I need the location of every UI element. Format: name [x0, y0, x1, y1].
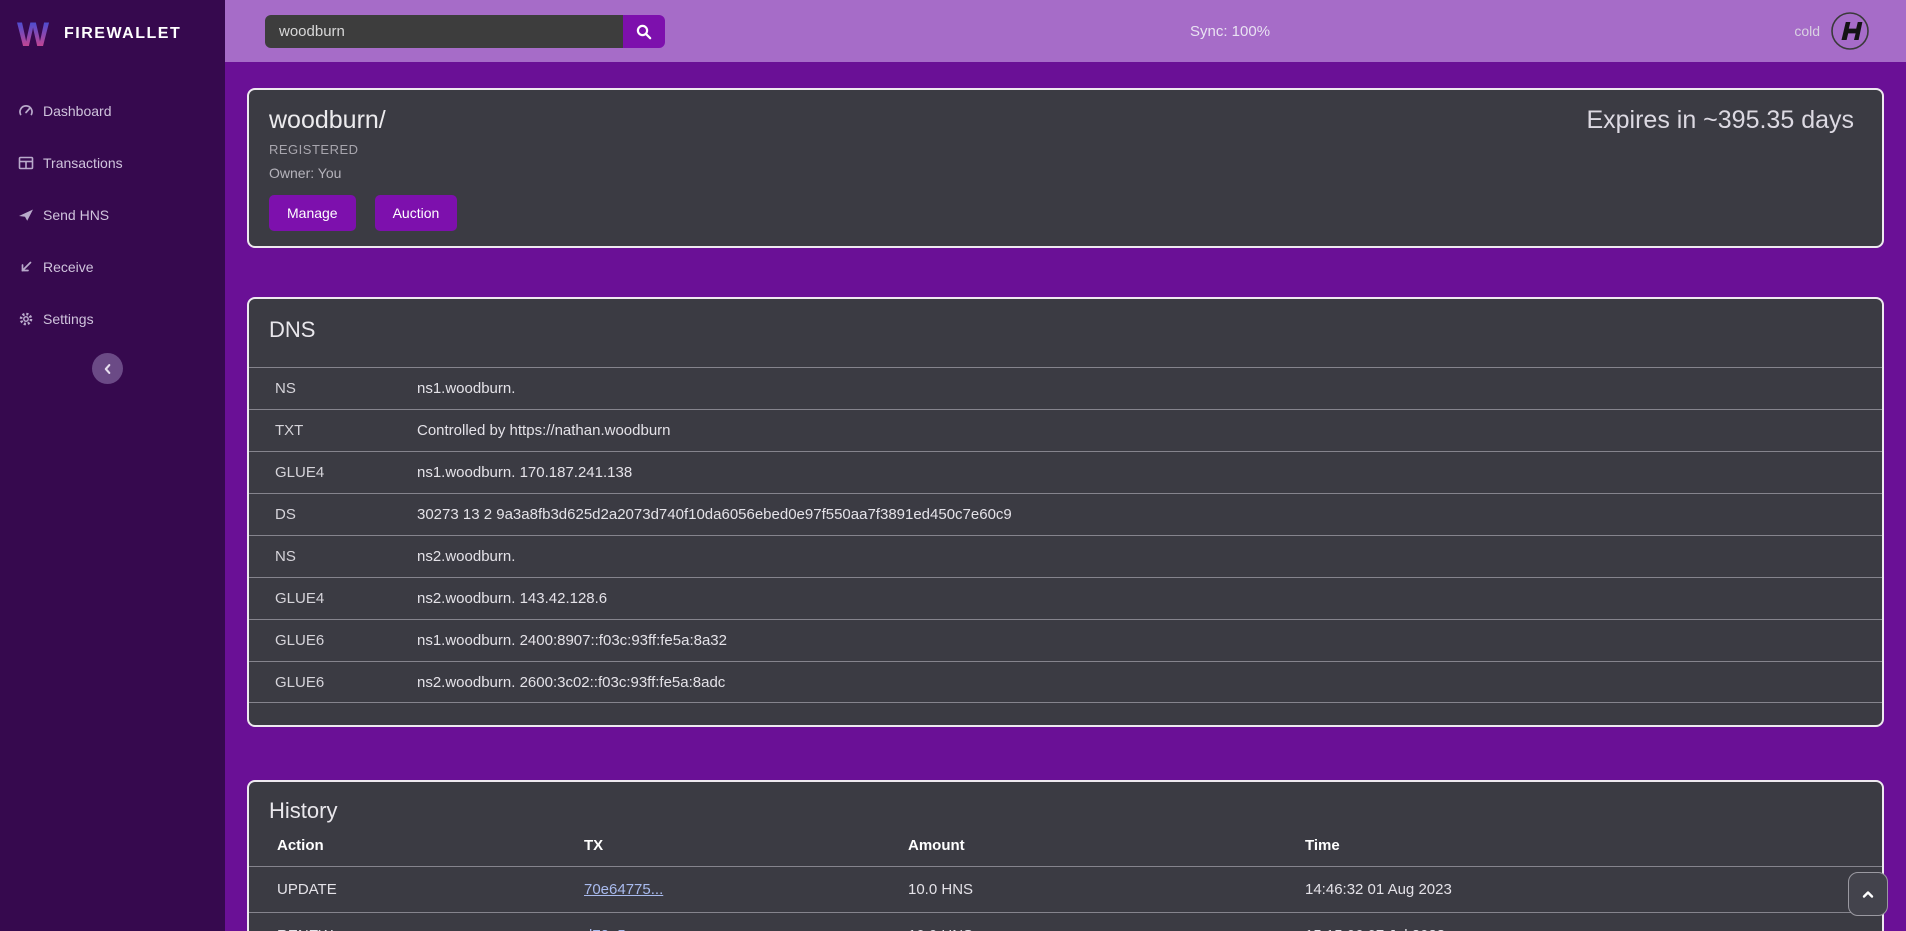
table-icon [18, 155, 34, 171]
dns-record-value: ns2.woodburn. 143.42.128.6 [417, 590, 607, 607]
tx-link[interactable]: d72e5c... [584, 927, 646, 931]
receive-arrow-icon [18, 259, 34, 275]
gauge-icon [18, 103, 34, 119]
history-col-tx: TX [584, 837, 908, 854]
dns-record-type: NS [275, 548, 417, 565]
history-col-time: Time [1305, 837, 1882, 854]
sidebar-item-label: Receive [43, 259, 94, 275]
history-action: UPDATE [277, 881, 584, 898]
history-card: History Action TX Amount Time UPDATE 70e… [247, 780, 1884, 931]
sidebar-item-transactions[interactable]: Transactions [0, 137, 225, 189]
sidebar-item-label: Transactions [43, 155, 123, 171]
domain-owner: Owner: You [269, 165, 1862, 181]
dns-record-row: NS ns2.woodburn. [249, 535, 1882, 577]
manage-button[interactable]: Manage [269, 195, 356, 231]
dns-record-value: ns1.woodburn. [417, 380, 515, 397]
history-time: 14:46:32 01 Aug 2023 [1305, 881, 1882, 898]
chevron-left-icon [101, 362, 115, 376]
dns-record-type: TXT [275, 422, 417, 439]
history-time: 15:15:06 07 Jul 2023 [1305, 927, 1882, 931]
dns-record-type: GLUE6 [275, 674, 417, 691]
domain-status: REGISTERED [269, 142, 1862, 157]
dns-record-value: ns2.woodburn. 2600:3c02::f03c:93ff:fe5a:… [417, 674, 725, 691]
domain-actions: Manage Auction [269, 195, 1862, 231]
wallet-name: cold [1794, 23, 1820, 39]
search-input[interactable] [265, 15, 623, 48]
sidebar-item-label: Dashboard [43, 103, 112, 119]
sidebar: W FIREWALLET Dashboard Transact [0, 0, 225, 931]
history-title: History [249, 798, 1882, 824]
gear-icon [18, 311, 34, 327]
dns-record-value: ns1.woodburn. 2400:8907::f03c:93ff:fe5a:… [417, 632, 727, 649]
dns-record-row: GLUE4 ns1.woodburn. 170.187.241.138 [249, 451, 1882, 493]
sidebar-item-settings[interactable]: Settings [0, 293, 225, 345]
dns-record-value: ns1.woodburn. 170.187.241.138 [417, 464, 632, 481]
dns-record-type: NS [275, 380, 417, 397]
dns-record-row: GLUE6 ns1.woodburn. 2400:8907::f03c:93ff… [249, 619, 1882, 661]
brand: W FIREWALLET [0, 0, 225, 67]
tx-link[interactable]: 70e64775... [584, 881, 663, 898]
dns-record-value: ns2.woodburn. [417, 548, 515, 565]
dns-record-type: GLUE4 [275, 590, 417, 607]
sidebar-nav: Dashboard Transactions Send HNS [0, 85, 225, 345]
search-bar [265, 15, 665, 48]
dns-record-row: GLUE4 ns2.woodburn. 143.42.128.6 [249, 577, 1882, 619]
dns-title: DNS [249, 317, 1882, 343]
sidebar-collapse-button[interactable] [92, 353, 123, 384]
sidebar-item-receive[interactable]: Receive [0, 241, 225, 293]
firewallet-logo-icon: W [16, 16, 54, 52]
brand-title: FIREWALLET [64, 25, 181, 43]
dns-record-row: DS 30273 13 2 9a3a8fb3d625d2a2073d740f10… [249, 493, 1882, 535]
dns-record-row: TXT Controlled by https://nathan.woodbur… [249, 409, 1882, 451]
dns-record-type: GLUE4 [275, 464, 417, 481]
history-header-row: Action TX Amount Time [249, 824, 1882, 866]
dns-record-row: GLUE6 ns2.woodburn. 2600:3c02::f03c:93ff… [249, 661, 1882, 703]
history-col-amount: Amount [908, 837, 1305, 854]
top-bar: Sync: 100% cold [225, 0, 1906, 62]
dns-card: DNS NS ns1.woodburn. TXT Controlled by h… [247, 297, 1884, 727]
sync-status: Sync: 100% [1190, 0, 1270, 62]
sidebar-item-label: Settings [43, 311, 94, 327]
dns-record-value: Controlled by https://nathan.woodburn [417, 422, 671, 439]
dns-record-row: NS ns1.woodburn. [249, 367, 1882, 409]
dns-record-type: GLUE6 [275, 632, 417, 649]
expires-label: Expires in ~395.35 days [1586, 106, 1854, 135]
wallet-indicator[interactable]: cold [1794, 0, 1870, 62]
dns-record-type: DS [275, 506, 417, 523]
handshake-logo-icon [1830, 11, 1870, 51]
svg-text:W: W [17, 16, 50, 52]
scroll-to-top-button[interactable] [1848, 872, 1888, 916]
main-content: woodburn/ REGISTERED Owner: You Manage A… [225, 62, 1906, 931]
history-amount: 10.0 HNS [908, 881, 1305, 898]
send-icon [18, 207, 34, 223]
history-col-action: Action [277, 837, 584, 854]
history-row: RENEW d72e5c... 10.0 HNS 15:15:06 07 Jul… [249, 912, 1882, 931]
history-amount: 10.0 HNS [908, 927, 1305, 931]
dns-record-value: 30273 13 2 9a3a8fb3d625d2a2073d740f10da6… [417, 506, 1012, 523]
history-row: UPDATE 70e64775... 10.0 HNS 14:46:32 01 … [249, 866, 1882, 912]
dns-table: NS ns1.woodburn. TXT Controlled by https… [249, 367, 1882, 703]
auction-button[interactable]: Auction [375, 195, 458, 231]
history-action: RENEW [277, 927, 584, 931]
search-button[interactable] [623, 15, 665, 48]
sidebar-item-dashboard[interactable]: Dashboard [0, 85, 225, 137]
sidebar-item-label: Send HNS [43, 207, 109, 223]
search-icon [635, 23, 653, 41]
sidebar-item-send-hns[interactable]: Send HNS [0, 189, 225, 241]
domain-summary-card: woodburn/ REGISTERED Owner: You Manage A… [247, 88, 1884, 248]
chevron-up-icon [1860, 886, 1876, 902]
